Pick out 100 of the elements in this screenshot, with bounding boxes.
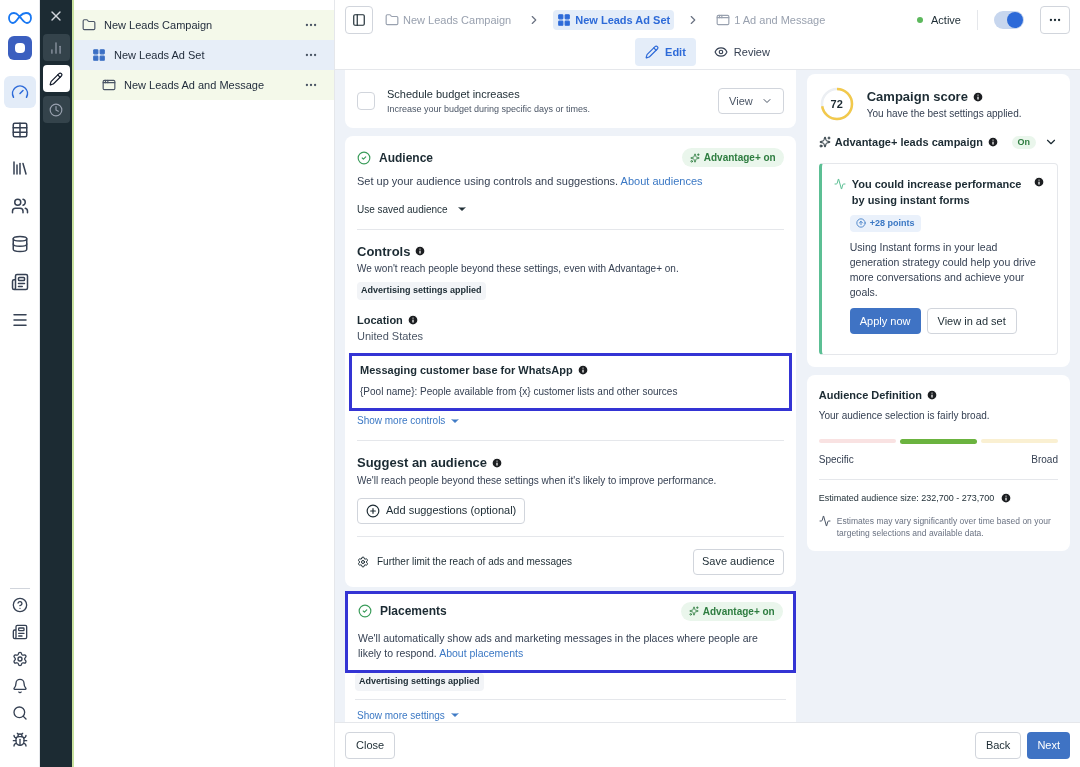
mode-tab[interactable]: Review <box>703 38 780 66</box>
apply-now-button[interactable]: Apply now <box>849 308 921 334</box>
tree-item[interactable]: New Leads Ad Set <box>74 40 334 70</box>
sparkle-icon <box>688 606 699 616</box>
sparkle-icon <box>818 136 831 149</box>
info-icon <box>491 456 504 469</box>
budget-title: Schedule budget increases <box>387 87 521 102</box>
estimate-note: Estimates may vary significantly over time based on your targeting selections and available data. <box>836 515 1052 539</box>
trend-icon <box>818 515 831 527</box>
menu-icon <box>10 311 29 329</box>
info-icon <box>971 90 984 103</box>
window-icon <box>716 13 731 27</box>
bell-icon[interactable] <box>11 678 28 694</box>
settings-tag: Advertising settings applied <box>357 282 486 300</box>
audience-size: Estimated audience size: 232,700 - 273,700 <box>818 491 995 505</box>
view-dropdown[interactable]: View <box>718 88 784 114</box>
folder-icon <box>82 18 96 32</box>
score-title: Campaign score <box>866 87 968 106</box>
score-subtitle: You have the best settings applied. <box>866 107 1022 122</box>
meter-high-label: Broad <box>1031 452 1058 467</box>
info-icon <box>414 245 427 258</box>
points-badge: +28 points <box>849 214 921 232</box>
infinity-logo[interactable] <box>7 12 32 24</box>
info-icon <box>1000 492 1013 505</box>
advantage-badge: Advantage+ on <box>680 601 783 621</box>
check-circle-icon <box>358 604 372 618</box>
close-button[interactable]: Close <box>345 731 396 759</box>
info-icon <box>406 313 419 326</box>
meter-low-label: Specific <box>818 452 854 467</box>
show-more-settings[interactable]: Show more settings <box>357 707 461 722</box>
add-suggestions-button[interactable]: Add suggestions (optional) <box>357 497 526 524</box>
tree-item[interactable]: New Leads Campaign <box>74 10 334 40</box>
next-button[interactable]: Next <box>1027 731 1070 759</box>
breadcrumb[interactable]: New Leads Ad Set <box>553 9 675 31</box>
gear-icon <box>357 555 369 568</box>
people-icon <box>10 197 29 215</box>
controls-title: Controls <box>357 242 411 261</box>
suggest-description: We'll reach people beyond these settings when it's likely to improve performance. <box>357 473 718 488</box>
view-in-ad-set-button[interactable]: View in ad set <box>926 308 1017 334</box>
help-icon[interactable] <box>11 597 28 613</box>
checkbox[interactable] <box>357 92 375 110</box>
grid-icon <box>557 13 572 27</box>
check-circle-icon <box>357 150 371 165</box>
eye-icon <box>713 45 728 59</box>
limit-reach-text: Further limit the reach of ads and messages <box>377 555 574 569</box>
info-icon <box>1033 175 1045 188</box>
controls-description: We won't reach people beyond these settings, even with Advantage+ on. <box>357 262 680 276</box>
trend-icon <box>833 177 846 190</box>
nav-item[interactable] <box>3 76 36 108</box>
arrow-up-icon <box>855 218 866 229</box>
pages-icon <box>10 159 29 177</box>
messaging-value: {Pool name}: People available from {x} customer lists and other sources <box>360 386 678 397</box>
coins-icon <box>10 235 29 253</box>
tree-item-label: New Leads Ad and Message <box>124 77 266 93</box>
panel-icon <box>352 13 366 27</box>
news-icon[interactable] <box>11 624 28 640</box>
about-link[interactable]: About placements <box>439 647 524 660</box>
bug-icon[interactable] <box>11 732 28 748</box>
saved-audience-dropdown[interactable]: Use saved audience <box>357 201 468 217</box>
info-icon <box>926 389 938 402</box>
tree-item-label: New Leads Ad Set <box>114 47 206 63</box>
audience-description: Set up your audience using controls and suggestions. About audiences <box>357 174 704 189</box>
advantage-badge: Advantage+ on <box>681 148 784 167</box>
folder-icon <box>385 13 399 27</box>
score-value: 72 <box>830 98 843 110</box>
tree-item-label: New Leads Campaign <box>104 17 214 33</box>
settings-icon[interactable] <box>11 651 28 667</box>
tree-item[interactable]: New Leads Ad and Message <box>74 70 334 100</box>
section-title: Placements <box>380 603 448 620</box>
budget-description: Increase your budget during specific days or times. <box>387 102 592 116</box>
messaging-title: Messaging customer base for WhatsApp <box>360 362 573 378</box>
grid-icon <box>92 48 106 62</box>
sparkle-icon <box>689 152 700 163</box>
back-button[interactable]: Back <box>974 731 1022 759</box>
gauge-icon <box>10 83 29 101</box>
score-ring <box>818 86 855 122</box>
status-toggle[interactable] <box>994 11 1024 29</box>
table-icon <box>10 121 29 139</box>
plus-icon <box>366 503 380 518</box>
show-more-controls[interactable]: Show more controls <box>357 413 462 428</box>
account-icon[interactable] <box>7 36 32 60</box>
save-audience-button[interactable]: Save audience <box>692 548 784 575</box>
tool-button[interactable] <box>42 65 70 92</box>
pencil-icon <box>49 71 63 86</box>
mode-tab[interactable]: Edit <box>635 38 696 66</box>
pencil-icon <box>645 45 660 59</box>
location-value: United States <box>357 329 425 344</box>
panel-toggle-button[interactable] <box>345 6 373 34</box>
info-icon <box>987 136 999 149</box>
info-icon <box>576 363 589 376</box>
settings-tag: Advertising settings applied <box>355 673 484 691</box>
about-link[interactable]: About audiences <box>620 175 703 187</box>
search-icon[interactable] <box>11 705 28 721</box>
status-label: Active <box>931 12 961 28</box>
section-title: Audience <box>379 149 434 167</box>
suggest-title: Suggest an audience <box>357 454 488 472</box>
advantage-label: Advantage+ leads campaign <box>834 135 983 150</box>
definition-subtitle: Your audience selection is fairly broad. <box>818 408 991 423</box>
bar-chart-icon <box>49 40 63 55</box>
tip-body: Using Instant forms in your lead generation strategy could help you drive more conversations and achieve your goals. <box>849 240 1037 300</box>
